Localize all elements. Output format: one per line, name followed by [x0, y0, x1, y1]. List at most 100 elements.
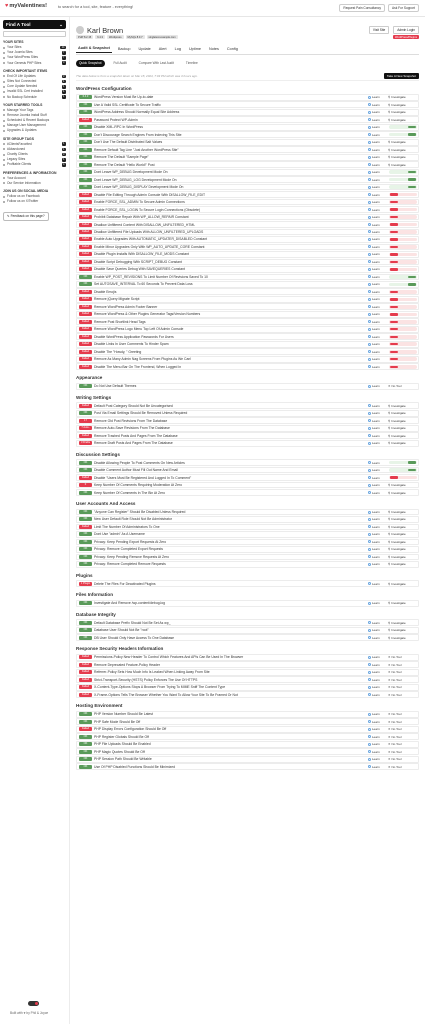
row-action[interactable]: ⚲ Investigate — [388, 491, 418, 495]
fix-toggle[interactable] — [389, 200, 417, 204]
row-action[interactable] — [388, 185, 418, 189]
learn-link[interactable]: Learn — [368, 350, 388, 354]
learn-link[interactable]: Learn — [368, 148, 388, 152]
fix-toggle[interactable] — [389, 475, 417, 480]
tab-backup[interactable]: Backup — [116, 45, 133, 53]
sidebar-item[interactable]: No Backup Schedule 1 — [3, 95, 66, 100]
row-action[interactable]: ⚲ Investigate — [388, 540, 418, 544]
tab-alert[interactable]: Alert — [157, 45, 169, 53]
learn-link[interactable]: Learn — [368, 185, 388, 189]
row-action[interactable]: ⚲ Investigate — [388, 483, 418, 487]
learn-link[interactable]: Learn — [368, 621, 388, 625]
fix-toggle[interactable] — [389, 185, 417, 189]
learn-link[interactable]: Learn — [368, 525, 388, 529]
fix-toggle[interactable] — [389, 282, 417, 287]
row-action[interactable]: ⚲ Investigate — [388, 628, 418, 632]
learn-link[interactable]: Learn — [368, 757, 388, 761]
row-action[interactable] — [388, 207, 418, 212]
learn-link[interactable]: Learn — [368, 693, 388, 697]
fix-toggle[interactable] — [389, 177, 417, 182]
row-action[interactable]: ⚲ Investigate — [388, 434, 418, 438]
row-action[interactable]: ⚲ Investigate — [388, 163, 418, 167]
learn-link[interactable]: Learn — [368, 230, 388, 234]
row-action[interactable]: ⚲ Investigate — [388, 404, 418, 408]
learn-link[interactable]: Learn — [368, 155, 388, 159]
learn-link[interactable]: Learn — [368, 404, 388, 408]
learn-link[interactable]: Learn — [368, 342, 388, 346]
learn-link[interactable]: Learn — [368, 750, 388, 754]
learn-link[interactable]: Learn — [368, 735, 388, 739]
learn-link[interactable]: Learn — [368, 267, 388, 271]
learn-link[interactable]: Learn — [368, 685, 388, 689]
row-action[interactable]: ⚲ Investigate — [388, 441, 418, 445]
learn-link[interactable]: Learn — [368, 628, 388, 632]
learn-link[interactable]: Learn — [368, 312, 388, 316]
learn-link[interactable]: Learn — [368, 193, 388, 197]
row-action[interactable] — [388, 320, 418, 324]
row-action[interactable]: ⚲ Investigate — [388, 510, 418, 514]
row-action[interactable] — [388, 357, 418, 362]
sidebar-item[interactable]: Profitable Clients 4 — [3, 162, 66, 167]
learn-link[interactable]: Learn — [368, 245, 388, 249]
subtab-compare-with-last-audit[interactable]: Compare With Last Audit — [136, 60, 177, 67]
row-action[interactable] — [388, 170, 418, 174]
row-action[interactable] — [388, 342, 418, 347]
learn-link[interactable]: Learn — [368, 547, 388, 551]
learn-link[interactable]: Learn — [368, 582, 388, 586]
learn-link[interactable]: Learn — [368, 178, 388, 182]
learn-link[interactable]: Learn — [368, 297, 388, 301]
learn-link[interactable]: Learn — [368, 103, 388, 107]
learn-link[interactable]: Learn — [368, 305, 388, 309]
learn-link[interactable]: Learn — [368, 636, 388, 640]
fix-toggle[interactable] — [389, 275, 417, 279]
row-action[interactable] — [388, 290, 418, 294]
learn-link[interactable]: Learn — [368, 110, 388, 114]
learn-link[interactable]: Learn — [368, 163, 388, 167]
learn-link[interactable]: Learn — [368, 765, 388, 769]
learn-link[interactable]: Learn — [368, 434, 388, 438]
fix-toggle[interactable] — [389, 222, 417, 227]
fix-toggle[interactable] — [389, 245, 417, 249]
tab-audit-snapshot[interactable]: Audit & Snapshot — [76, 44, 112, 54]
learn-link[interactable]: Learn — [368, 411, 388, 415]
row-action[interactable] — [388, 260, 418, 264]
learn-link[interactable]: Learn — [368, 260, 388, 264]
admin-login-button[interactable]: Admin Login — [393, 26, 419, 34]
learn-link[interactable]: Learn — [368, 200, 388, 204]
learn-link[interactable]: Learn — [368, 712, 388, 716]
row-action[interactable] — [388, 215, 418, 219]
fix-toggle[interactable] — [389, 132, 417, 137]
row-action[interactable] — [388, 312, 418, 317]
dark-mode-toggle[interactable] — [28, 1001, 39, 1006]
row-action[interactable] — [388, 327, 418, 332]
learn-link[interactable]: Learn — [368, 170, 388, 174]
row-action[interactable]: ⚲ Investigate — [388, 517, 418, 521]
fix-toggle[interactable] — [389, 252, 417, 257]
fix-toggle[interactable] — [389, 468, 417, 472]
subtab-full-audit[interactable]: Full Audit — [111, 60, 130, 67]
learn-link[interactable]: Learn — [368, 125, 388, 129]
learn-link[interactable]: Learn — [368, 215, 388, 219]
fix-toggle[interactable] — [389, 170, 417, 174]
fix-toggle[interactable] — [389, 192, 417, 197]
learn-link[interactable]: Learn — [368, 275, 388, 279]
learn-link[interactable]: Learn — [368, 290, 388, 294]
row-action[interactable] — [388, 460, 418, 465]
learn-link[interactable]: Learn — [368, 327, 388, 331]
fix-toggle[interactable] — [389, 125, 417, 129]
find-tool-button[interactable]: Find A Tool ⌄ — [3, 20, 66, 29]
row-action[interactable] — [388, 475, 418, 480]
learn-link[interactable]: Learn — [368, 365, 388, 369]
learn-link[interactable]: Learn — [368, 335, 388, 339]
tab-notes[interactable]: Notes — [207, 45, 221, 53]
row-action[interactable]: ⚲ Investigate — [388, 95, 418, 99]
row-action[interactable] — [388, 297, 418, 302]
fix-toggle[interactable] — [389, 215, 417, 219]
sidebar-item[interactable]: Our Service Information — [3, 181, 66, 186]
row-action[interactable] — [388, 192, 418, 197]
learn-link[interactable]: Learn — [368, 252, 388, 256]
sidebar-item[interactable]: Your Genesis PHP Sites 3 — [3, 61, 66, 66]
learn-link[interactable]: Learn — [368, 426, 388, 430]
fix-toggle[interactable] — [389, 260, 417, 264]
sidebar-item[interactable]: Upgrades & Updates — [3, 128, 66, 133]
